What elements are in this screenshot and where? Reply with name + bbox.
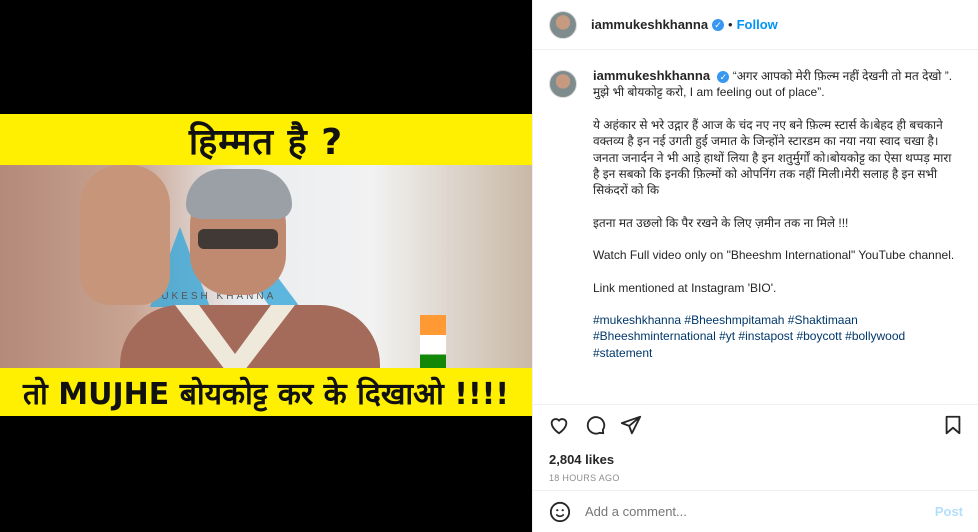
comment-icon[interactable]	[583, 413, 607, 437]
comment-input[interactable]	[585, 504, 935, 519]
heart-icon[interactable]	[547, 413, 571, 437]
header-username[interactable]: iammukeshkhanna	[591, 17, 708, 32]
caption-text: iammukeshkhanna ✓ “अगर आपको मेरी फ़िल्म …	[593, 68, 961, 400]
verified-badge-icon: ✓	[712, 18, 725, 31]
post-photo: MUKESH KHANNA	[0, 165, 532, 368]
caption-para5: Link mentioned at Instagram 'BIO'.	[593, 280, 777, 295]
share-icon[interactable]	[619, 413, 643, 437]
person-hair	[186, 169, 292, 219]
post-media[interactable]: हिम्मत है ? MUKESH KHANNA तो MUJHE बोयको…	[0, 0, 532, 532]
comment-bar: Post	[533, 490, 978, 532]
caption: iammukeshkhanna ✓ “अगर आपको मेरी फ़िल्म …	[533, 60, 978, 400]
raised-hand	[80, 165, 170, 305]
sunglasses	[198, 229, 278, 249]
post-header: iammukeshkhanna ✓ • Follow	[533, 0, 978, 50]
flag	[420, 315, 446, 368]
separator-dot: •	[728, 17, 733, 32]
bookmark-icon[interactable]	[941, 413, 965, 437]
caption-para2: ये अहंकार से भरे उद्गार हैं आज के चंद नए…	[593, 117, 952, 198]
avatar[interactable]	[549, 10, 577, 39]
post-timestamp[interactable]: 18 HOURS AGO	[549, 473, 620, 483]
caption-hashtags[interactable]: #mukeshkhanna #Bheeshmpitamah #Shaktimaa…	[593, 312, 961, 361]
verified-badge-icon: ✓	[717, 71, 730, 83]
follow-button[interactable]: Follow	[737, 17, 778, 32]
action-bar	[533, 404, 978, 444]
caption-para3: इतना मत उछलो कि पैर रखने के लिए ज़मीन तक…	[593, 215, 849, 230]
post-panel: iammukeshkhanna ✓ • Follow iammukeshkhan…	[532, 0, 978, 532]
emoji-icon[interactable]	[549, 501, 571, 523]
banner-headline-bottom: तो MUJHE बोयकोट्ट कर के दिखाओ !!!!	[22, 377, 510, 412]
banner-headline-top: हिम्मत है ?	[188, 122, 344, 163]
caption-para4: Watch Full video only on "Bheeshm Intern…	[593, 248, 955, 263]
likes-count[interactable]: 2,804 likes	[549, 452, 614, 467]
caption-avatar[interactable]	[549, 70, 577, 98]
post-button[interactable]: Post	[935, 504, 963, 519]
caption-username[interactable]: iammukeshkhanna	[593, 68, 710, 83]
